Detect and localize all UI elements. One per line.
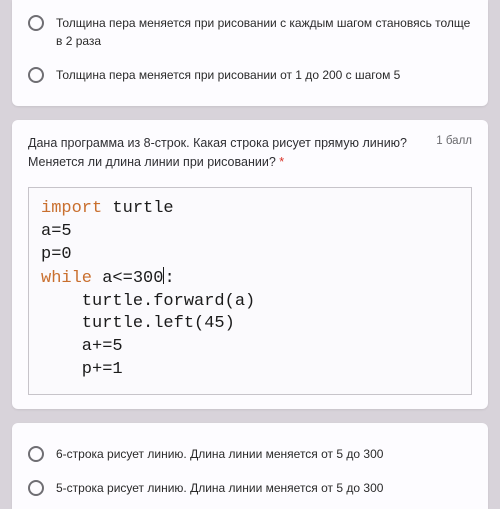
radio-icon[interactable]	[28, 67, 44, 83]
answer-option-row[interactable]: 6-строка рисует линию. Длина линии меняе…	[28, 437, 472, 471]
previous-question-card: Толщина пера меняется при рисовании с ка…	[12, 0, 488, 106]
keyword-while: while	[41, 269, 92, 288]
answer-option-row[interactable]: 5-строка рисует линию. Длина линии меняе…	[28, 471, 472, 505]
code-line-5: turtle.forward(a)	[41, 292, 255, 311]
code-line-7: a+=5	[41, 337, 123, 356]
question-header: Дана программа из 8-строк. Какая строка …	[28, 134, 472, 173]
question-line2: Меняется ли длина линии при рисовании?	[28, 155, 276, 169]
question-text: Дана программа из 8-строк. Какая строка …	[28, 134, 407, 173]
points-label: 1 балл	[436, 134, 472, 147]
code-line-2: a=5	[41, 222, 72, 241]
prev-option-row[interactable]: Толщина пера меняется при рисовании с ка…	[28, 6, 472, 58]
code-line-8: p+=1	[41, 360, 123, 379]
answers-card: 6-строка рисует линию. Длина линии меняе…	[12, 423, 488, 509]
answer-option-text: 6-строка рисует линию. Длина линии меняе…	[56, 445, 383, 463]
radio-icon[interactable]	[28, 15, 44, 31]
prev-option-text: Толщина пера меняется при рисовании от 1…	[56, 66, 400, 84]
question-line1: Дана программа из 8-строк. Какая строка …	[28, 136, 407, 150]
prev-option-text: Толщина пера меняется при рисовании с ка…	[56, 14, 472, 50]
code-line-3: p=0	[41, 245, 72, 264]
radio-icon[interactable]	[28, 446, 44, 462]
code-line-4-rest: a<=300	[92, 269, 163, 288]
required-mark: *	[279, 155, 284, 169]
keyword-import: import	[41, 199, 102, 218]
radio-icon[interactable]	[28, 480, 44, 496]
answer-option-text: 5-строка рисует линию. Длина линии меняе…	[56, 479, 383, 497]
code-block: import turtle a=5 p=0 while a<=300: turt…	[28, 187, 472, 396]
code-line-6: turtle.left(45)	[41, 314, 235, 333]
code-line-1-rest: turtle	[102, 199, 173, 218]
prev-option-row[interactable]: Толщина пера меняется при рисовании от 1…	[28, 58, 472, 92]
question-card: Дана программа из 8-строк. Какая строка …	[12, 120, 488, 409]
code-line-4-after: :	[164, 269, 174, 288]
